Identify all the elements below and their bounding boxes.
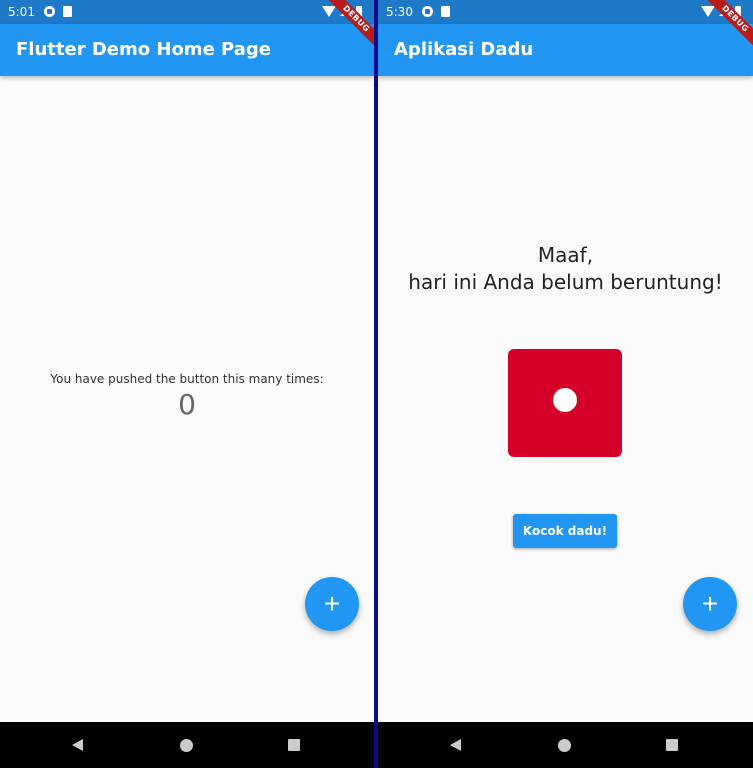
app-bar: Aplikasi Dadu	[378, 24, 753, 76]
status-bar: 5:30	[378, 0, 753, 24]
app-bar: Flutter Demo Home Page	[0, 24, 374, 76]
dice-face	[508, 349, 622, 457]
message-line-1: Maaf,	[537, 243, 594, 267]
signal-icon	[719, 6, 729, 16]
plus-icon: +	[701, 588, 719, 619]
increment-fab-button[interactable]: +	[305, 577, 359, 631]
notification-icon	[44, 6, 55, 17]
battery-icon	[735, 6, 741, 18]
navigation-bar	[0, 722, 374, 768]
sd-card-icon	[63, 6, 72, 17]
signal-icon	[340, 6, 350, 16]
counter-value: 0	[178, 388, 196, 421]
add-fab-button[interactable]: +	[683, 577, 737, 631]
message-line-2: hari ini Anda belum beruntung!	[408, 270, 723, 294]
home-icon[interactable]	[180, 739, 193, 752]
result-message: Maaf, hari ini Anda belum beruntung!	[378, 242, 753, 296]
notification-icon	[422, 6, 433, 17]
wifi-icon	[322, 6, 336, 17]
dice-pip	[553, 388, 577, 412]
status-time: 5:01	[8, 5, 35, 19]
plus-icon: +	[323, 588, 341, 619]
status-bar: 5:01	[0, 0, 374, 24]
battery-icon	[356, 6, 362, 18]
left-screen: 5:01 Flutter Demo Home Page DEBUG You ha…	[0, 0, 374, 768]
roll-dice-button[interactable]: Kocok dadu!	[513, 514, 617, 548]
back-icon[interactable]	[72, 739, 83, 751]
status-time: 5:30	[386, 5, 413, 19]
sd-card-icon	[441, 6, 450, 17]
app-title: Aplikasi Dadu	[394, 39, 534, 60]
wifi-icon	[701, 6, 715, 17]
back-icon[interactable]	[450, 739, 461, 751]
app-title: Flutter Demo Home Page	[16, 39, 271, 60]
recents-icon[interactable]	[666, 739, 678, 751]
navigation-bar	[378, 722, 753, 768]
recents-icon[interactable]	[288, 739, 300, 751]
right-screen: 5:30 Aplikasi Dadu DEBUG Maaf, hari ini …	[378, 0, 753, 768]
home-icon[interactable]	[558, 739, 571, 752]
counter-caption: You have pushed the button this many tim…	[50, 372, 324, 386]
